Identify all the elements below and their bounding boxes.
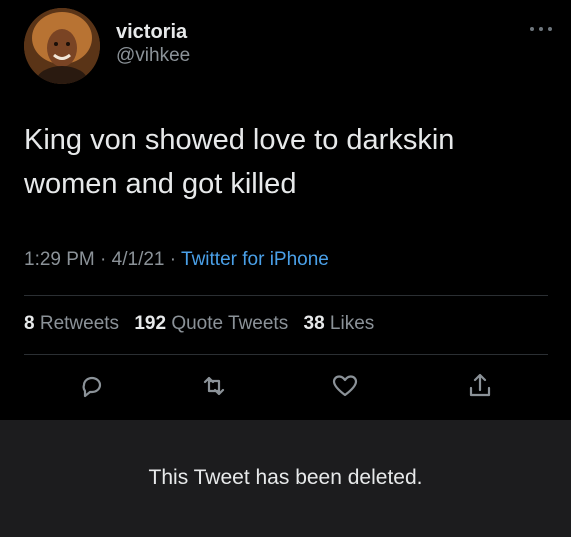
tweet-card: victoria @vihkee King von showed love to… <box>0 0 571 420</box>
tweet-stats: 8 Retweets 192 Quote Tweets 38 Likes <box>24 313 374 335</box>
retweet-button[interactable] <box>196 368 232 404</box>
user-handle[interactable]: @vihkee <box>116 44 190 68</box>
heart-icon <box>332 375 358 397</box>
more-horizontal-icon[interactable] <box>528 24 554 34</box>
like-button[interactable] <box>327 368 363 404</box>
tweet-actions <box>0 368 571 408</box>
profile-photo-icon <box>24 8 100 84</box>
retweets-stat[interactable]: 8 Retweets <box>24 313 119 334</box>
likes-label: Likes <box>329 313 375 334</box>
deleted-tweet-banner: This Tweet has been deleted. <box>0 420 571 537</box>
meta-separator: · <box>169 249 177 270</box>
tweet-time[interactable]: 1:29 PM <box>24 249 95 270</box>
display-name[interactable]: victoria <box>116 20 190 44</box>
reply-icon <box>82 376 102 398</box>
divider <box>24 354 548 355</box>
deleted-message: This Tweet has been deleted. <box>148 466 423 489</box>
tweet-text: King von showed love to darkskin women a… <box>24 124 455 200</box>
reply-button[interactable] <box>74 368 110 404</box>
avatar[interactable] <box>24 8 100 84</box>
quote-tweets-label: Quote Tweets <box>171 313 289 334</box>
tweet-date[interactable]: 4/1/21 <box>112 249 165 270</box>
retweets-label: Retweets <box>39 313 120 334</box>
retweet-icon <box>203 376 225 396</box>
tweet-source-link[interactable]: Twitter for iPhone <box>181 249 329 270</box>
meta-separator: · <box>100 249 107 270</box>
share-button[interactable] <box>462 368 498 404</box>
divider <box>24 295 548 296</box>
tweet-header: victoria @vihkee <box>24 8 554 86</box>
likes-stat[interactable]: 38 Likes <box>304 313 375 334</box>
tweet-meta: 1:29 PM · 4/1/21 · Twitter for iPhone <box>24 249 329 271</box>
quote-tweets-stat[interactable]: 192 Quote Tweets <box>134 313 288 334</box>
likes-count: 38 <box>303 313 325 334</box>
share-icon <box>469 373 491 397</box>
quote-tweets-count: 192 <box>134 313 167 334</box>
author-names[interactable]: victoria @vihkee <box>116 20 190 68</box>
retweets-count: 8 <box>24 313 35 334</box>
